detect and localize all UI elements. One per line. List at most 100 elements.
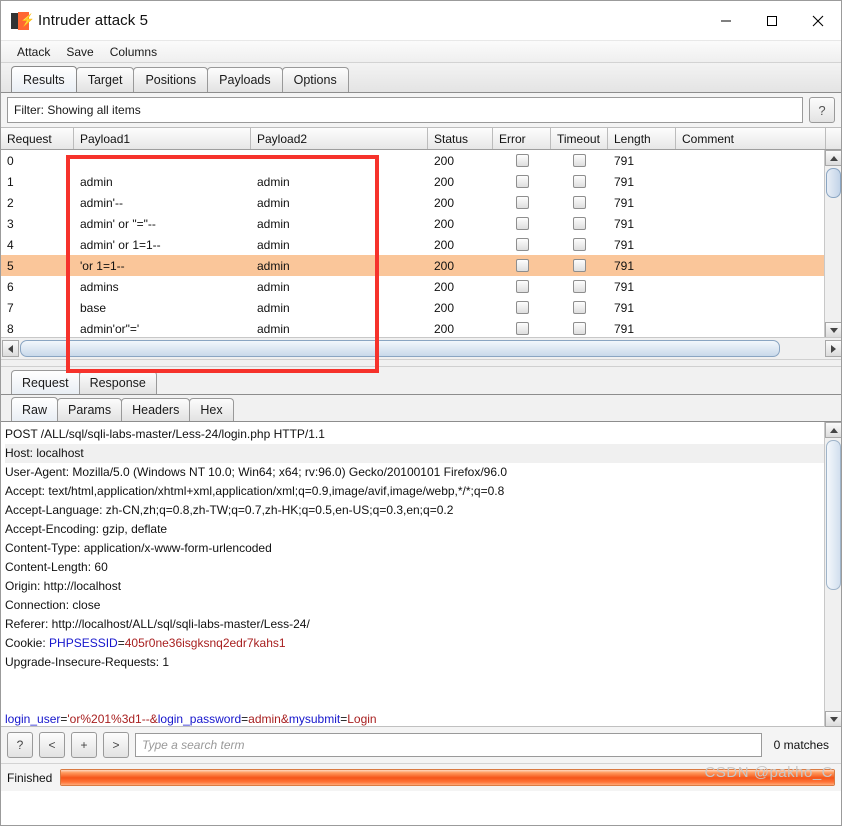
tab-positions[interactable]: Positions <box>133 67 209 92</box>
vertical-scroll-thumb[interactable] <box>826 168 841 198</box>
cell-error-checkbox[interactable] <box>493 217 551 230</box>
close-icon[interactable] <box>795 1 841 41</box>
minimize-icon[interactable] <box>703 1 749 41</box>
scroll-up-icon[interactable] <box>825 150 841 166</box>
checkbox-icon[interactable] <box>573 175 586 188</box>
checkbox-icon[interactable] <box>515 238 529 251</box>
filter-help-button[interactable]: ? <box>809 97 835 123</box>
table-row[interactable]: 1 admin admin 200 791 <box>1 171 841 192</box>
search-prev-button[interactable]: < <box>39 732 65 758</box>
column-header-length[interactable]: Length <box>608 128 676 149</box>
checkbox-icon[interactable] <box>515 301 529 314</box>
cell-timeout-checkbox[interactable] <box>551 238 608 251</box>
cell-timeout-checkbox[interactable] <box>551 217 608 230</box>
cell-error-checkbox[interactable] <box>493 154 551 167</box>
raw-scroll-down-icon[interactable] <box>825 711 841 727</box>
menu-item-save[interactable]: Save <box>58 44 101 60</box>
cell-timeout-checkbox[interactable] <box>551 322 608 335</box>
tab-request[interactable]: Request <box>11 370 80 394</box>
tab-params[interactable]: Params <box>57 398 123 421</box>
cell-timeout-checkbox[interactable] <box>551 196 608 209</box>
tab-payloads[interactable]: Payloads <box>207 67 283 92</box>
checkbox-icon[interactable] <box>573 154 586 167</box>
cell-error-checkbox[interactable] <box>493 175 551 188</box>
table-row[interactable]: 4 admin' or 1=1-- admin 200 791 <box>1 234 841 255</box>
cell-payload1: base <box>80 300 107 315</box>
checkbox-icon[interactable] <box>515 175 529 188</box>
cell-payload2: admin <box>257 195 290 210</box>
cell-error-checkbox[interactable] <box>493 301 551 314</box>
tab-options[interactable]: Options <box>281 67 349 92</box>
table-row[interactable]: 0 200 791 <box>1 150 841 171</box>
raw-request-text[interactable]: POST /ALL/sql/sqli-labs-master/Less-24/l… <box>1 422 824 726</box>
cell-timeout-checkbox[interactable] <box>551 154 608 167</box>
checkbox-icon[interactable] <box>515 280 529 293</box>
raw-vertical-scrollbar[interactable] <box>824 422 841 727</box>
filter-field[interactable]: Filter: Showing all items <box>7 97 803 123</box>
cell-error-checkbox[interactable] <box>493 280 551 293</box>
checkbox-icon[interactable] <box>573 196 586 209</box>
tab-hex[interactable]: Hex <box>189 398 234 421</box>
cell-timeout-checkbox[interactable] <box>551 301 608 314</box>
table-row[interactable]: 5 'or 1=1-- admin 200 791 <box>1 255 841 276</box>
cell-payload1: admin' or "="-- <box>80 216 156 231</box>
checkbox-icon[interactable] <box>573 301 586 314</box>
checkbox-icon[interactable] <box>573 259 586 272</box>
scroll-left-icon[interactable] <box>2 340 19 357</box>
table-row[interactable]: 6 admins admin 200 791 <box>1 276 841 297</box>
tab-raw[interactable]: Raw <box>11 397 59 421</box>
checkbox-icon[interactable] <box>515 154 529 167</box>
column-header-status[interactable]: Status <box>428 128 493 149</box>
search-help-button[interactable]: ? <box>7 732 33 758</box>
column-header-payload1[interactable]: Payload1 <box>74 128 251 149</box>
search-add-button[interactable]: + <box>71 732 97 758</box>
raw-scroll-up-icon[interactable] <box>825 422 841 438</box>
cell-error-checkbox[interactable] <box>493 259 551 272</box>
table-row[interactable]: 2 admin'-- admin 200 791 <box>1 192 841 213</box>
checkbox-icon[interactable] <box>515 259 529 272</box>
checkbox-icon[interactable] <box>515 217 529 230</box>
results-table: Request Payload1 Payload2 Status Error T… <box>1 127 841 373</box>
checkbox-icon[interactable] <box>573 238 586 251</box>
cell-error-checkbox[interactable] <box>493 196 551 209</box>
cell-timeout-checkbox[interactable] <box>551 175 608 188</box>
checkbox-icon[interactable] <box>573 322 586 335</box>
search-input[interactable]: Type a search term <box>135 733 762 757</box>
checkbox-icon[interactable] <box>573 217 586 230</box>
column-header-error[interactable]: Error <box>493 128 551 149</box>
raw-line: Accept-Language: zh-CN,zh;q=0.8,zh-TW;q=… <box>5 501 824 520</box>
column-header-request[interactable]: Request <box>1 128 74 149</box>
cell-timeout-checkbox[interactable] <box>551 259 608 272</box>
tab-headers[interactable]: Headers <box>121 398 191 421</box>
menu-item-attack[interactable]: Attack <box>9 44 58 60</box>
cell-status: 200 <box>434 174 455 189</box>
menu-item-columns[interactable]: Columns <box>102 44 165 60</box>
cell-timeout-checkbox[interactable] <box>551 280 608 293</box>
table-horizontal-scrollbar[interactable] <box>1 337 841 359</box>
tab-target[interactable]: Target <box>75 67 135 92</box>
column-header-timeout[interactable]: Timeout <box>551 128 608 149</box>
column-header-payload2[interactable]: Payload2 <box>251 128 428 149</box>
cell-payload2: admin <box>257 300 290 315</box>
table-row[interactable]: 3 admin' or "="-- admin 200 791 <box>1 213 841 234</box>
raw-line: Accept: text/html,application/xhtml+xml,… <box>5 482 824 501</box>
checkbox-icon[interactable] <box>515 196 529 209</box>
scroll-down-icon[interactable] <box>825 322 841 338</box>
cell-length: 791 <box>614 216 635 231</box>
raw-scroll-thumb[interactable] <box>826 440 841 590</box>
table-vertical-scrollbar[interactable] <box>824 150 841 338</box>
tab-results[interactable]: Results <box>11 66 77 92</box>
cell-error-checkbox[interactable] <box>493 238 551 251</box>
checkbox-icon[interactable] <box>515 322 529 335</box>
scroll-right-icon[interactable] <box>825 340 841 357</box>
table-row[interactable]: 7 base admin 200 791 <box>1 297 841 318</box>
search-next-button[interactable]: > <box>103 732 129 758</box>
checkbox-icon[interactable] <box>573 280 586 293</box>
cell-error-checkbox[interactable] <box>493 322 551 335</box>
panel-splitter[interactable] <box>1 359 841 367</box>
tab-response[interactable]: Response <box>78 371 157 394</box>
table-row[interactable]: 8 admin'or"=' admin 200 791 <box>1 318 841 338</box>
horizontal-scroll-thumb[interactable] <box>20 340 780 357</box>
maximize-icon[interactable] <box>749 1 795 41</box>
column-header-comment[interactable]: Comment <box>676 128 826 149</box>
